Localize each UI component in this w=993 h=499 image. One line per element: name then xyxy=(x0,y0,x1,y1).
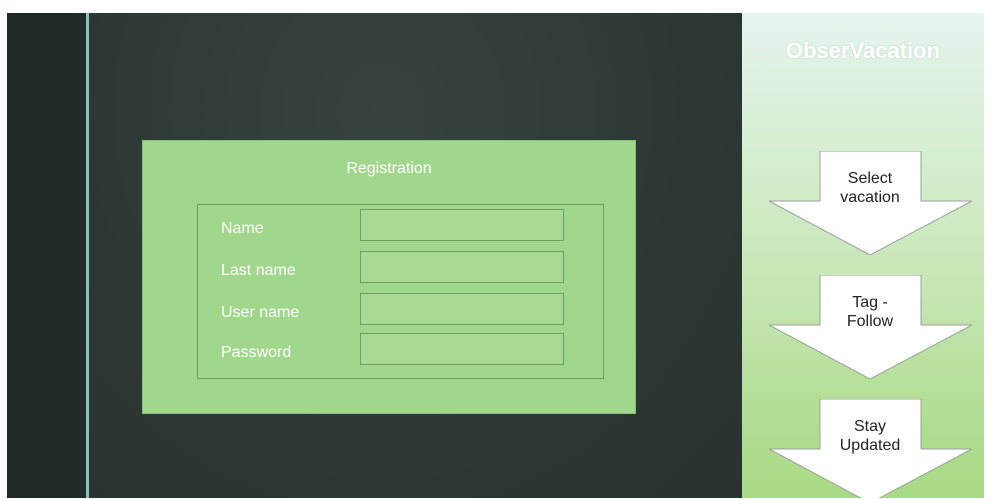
password-input[interactable] xyxy=(360,333,564,365)
registration-card: Registration Name Last name User name Pa… xyxy=(142,140,636,414)
name-label: Name xyxy=(221,220,264,237)
app-window: Registration Name Last name User name Pa… xyxy=(7,13,984,498)
step-tag-follow: Tag - Follow xyxy=(769,275,972,379)
step-label: Select vacation xyxy=(840,170,900,206)
user-name-label: User name xyxy=(221,304,300,321)
step-stay-updated: Stay Updated xyxy=(769,399,972,498)
form-row-password: Password xyxy=(198,333,603,365)
form-row-last-name: Last name xyxy=(198,251,603,283)
last-name-label: Last name xyxy=(221,262,296,279)
registration-form: Name Last name User name Password xyxy=(197,204,604,379)
step-select-vacation: Select vacation xyxy=(769,151,972,255)
registration-title: Registration xyxy=(346,160,432,177)
password-label: Password xyxy=(221,344,292,361)
main-area: Registration Name Last name User name Pa… xyxy=(89,13,742,498)
form-row-name: Name xyxy=(198,209,603,241)
form-row-user-name: User name xyxy=(198,293,603,325)
step-label: Tag - Follow xyxy=(846,294,894,330)
left-strip xyxy=(7,13,86,498)
name-input[interactable] xyxy=(360,209,564,241)
brand-title: ObserVacation xyxy=(785,38,941,63)
step-label: Stay Updated xyxy=(839,418,901,454)
user-name-input[interactable] xyxy=(360,293,564,325)
sidebar: ObserVacation Select vacation Tag - Foll… xyxy=(742,13,984,498)
last-name-input[interactable] xyxy=(360,251,564,283)
